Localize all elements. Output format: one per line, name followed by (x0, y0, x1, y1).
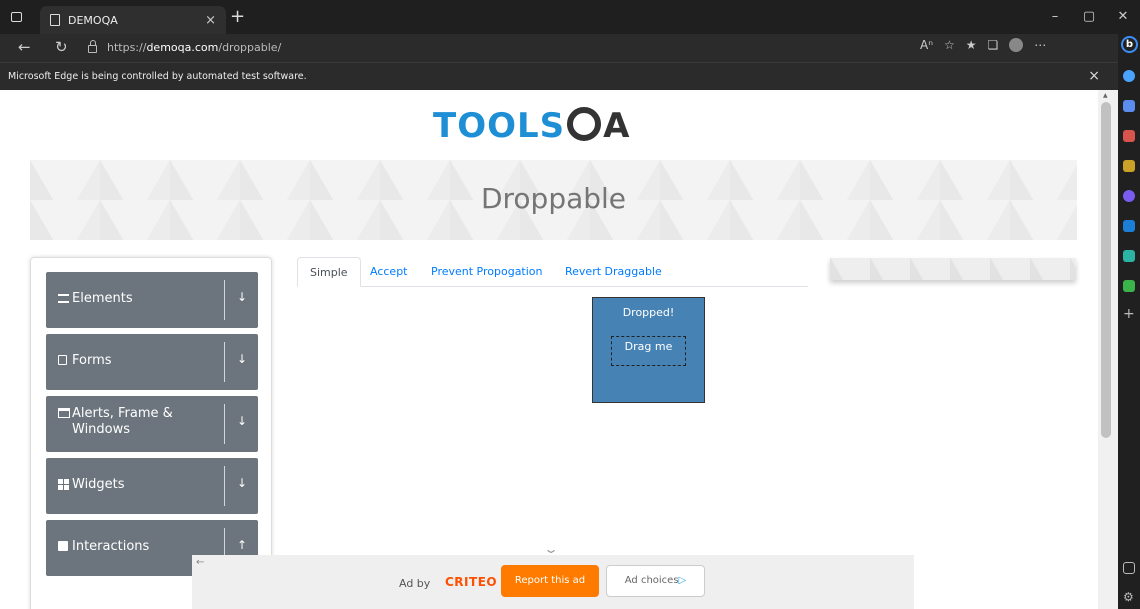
arrow-down-icon: ↓ (237, 414, 248, 428)
edge-sidebar: + ⚙ (1118, 34, 1140, 609)
back-icon[interactable]: ← (18, 38, 31, 56)
report-ad-button[interactable]: Report this ad (501, 565, 599, 597)
tree-icon[interactable] (1123, 280, 1135, 292)
page-icon (50, 14, 60, 26)
restore-icon[interactable]: ▢ (1072, 0, 1106, 34)
form-icon (58, 355, 67, 365)
criteo-logo: CRITEO (445, 575, 498, 589)
interactions-icon (58, 541, 68, 551)
web-page: TOOLS A Droppable Elements ↓ Forms ↓ Aler… (0, 90, 1098, 609)
copilot-icon[interactable]: b (1121, 36, 1138, 53)
tab-actions-icon[interactable] (6, 8, 28, 28)
logo-text-tools: TOOLS (433, 106, 566, 146)
url-host: demoqa.com (146, 40, 219, 54)
group-label: Interactions (72, 539, 150, 554)
draggable-box[interactable]: Drag me (611, 336, 686, 366)
group-label: Elements (72, 291, 133, 306)
minimize-icon[interactable]: – (1038, 0, 1072, 34)
collections-icon[interactable]: ❏ (988, 38, 999, 52)
group-alerts-frame-windows[interactable]: Alerts, Frame & Windows ↓ (46, 396, 258, 452)
group-elements[interactable]: Elements ↓ (46, 272, 258, 328)
arrow-down-icon: ↓ (237, 476, 248, 490)
address-bar: ← ↻ https://demoqa.com/droppable/ Aⁿ ☆ ★… (0, 34, 1118, 62)
office-icon[interactable] (1123, 190, 1135, 202)
refresh-icon[interactable]: ↻ (55, 38, 68, 56)
new-tab-icon[interactable]: + (230, 6, 245, 28)
favorites-icon[interactable]: ★ (966, 38, 977, 52)
read-aloud-icon[interactable]: Aⁿ (920, 38, 933, 52)
gear-icon (567, 107, 602, 141)
url-prefix: https:// (107, 40, 147, 54)
drop-target-text: Dropped! (622, 306, 675, 319)
group-divider (224, 404, 225, 444)
more-icon[interactable]: ⋯ (1034, 38, 1046, 52)
tab-accept[interactable]: Accept (358, 257, 420, 287)
tab-title: DEMOQA (68, 13, 118, 27)
ad-choices-button[interactable]: Ad choices▷ (606, 565, 705, 597)
tab-close-icon[interactable]: × (205, 13, 216, 28)
chevron-down-icon: ⌄ (542, 542, 560, 556)
arrow-down-icon: ↓ (237, 352, 248, 366)
tab-simple[interactable]: Simple (297, 257, 361, 287)
outlook-icon[interactable] (1123, 220, 1135, 232)
group-divider (224, 466, 225, 506)
widgets-icon (58, 479, 69, 490)
tools-icon[interactable] (1123, 130, 1135, 142)
tab-prevent-propogation[interactable]: Prevent Propogation (419, 257, 555, 287)
settings-gear-icon[interactable]: ⚙ (1123, 590, 1135, 604)
infobar-close-icon[interactable]: × (1088, 63, 1100, 90)
ad-choices-icon: ▷ (678, 575, 687, 586)
logo-text-a: A (603, 106, 631, 146)
group-label: Widgets (72, 477, 125, 492)
menu-icon (58, 294, 69, 303)
sidebar-toggle-icon[interactable] (1123, 562, 1135, 574)
arrow-left-icon[interactable]: ← (196, 557, 204, 568)
search-icon[interactable] (1123, 70, 1135, 82)
scroll-up-icon[interactable]: ▲ (1103, 92, 1108, 99)
telegram-icon[interactable] (1123, 250, 1135, 262)
shopping-icon[interactable] (1123, 100, 1135, 112)
window-icon (58, 408, 70, 418)
add-icon[interactable]: + (1123, 306, 1135, 322)
ad-by-label: Ad by (399, 577, 431, 590)
group-divider (224, 280, 225, 320)
url-path: /droppable/ (218, 40, 282, 54)
lock-icon (88, 40, 97, 53)
scrollbar-thumb[interactable] (1101, 102, 1111, 438)
droppable-tabs: Simple Accept Prevent Propogation Revert… (297, 257, 808, 287)
infobar-text: Microsoft Edge is being controlled by au… (8, 71, 307, 82)
page-title: Droppable (480, 182, 627, 215)
ad-choices-label: Ad choices (624, 575, 679, 586)
favorite-icon[interactable]: ☆ (944, 38, 955, 52)
browser-tab[interactable]: DEMOQA × (40, 6, 226, 34)
window-close-icon[interactable]: ✕ (1106, 0, 1140, 34)
toolsqa-logo[interactable]: TOOLS A (433, 106, 673, 152)
group-divider (224, 342, 225, 382)
browser-titlebar: DEMOQA × + – ▢ ✕ (0, 0, 1140, 34)
side-ad-banner[interactable] (830, 258, 1076, 280)
group-label: Forms (72, 353, 112, 368)
games-icon[interactable] (1123, 160, 1135, 172)
criteo-ad-bar: ← Ad by CRITEO Report this ad Ad choices… (192, 555, 914, 609)
page-banner: Droppable (30, 160, 1077, 240)
window-controls: – ▢ ✕ (1038, 0, 1140, 34)
group-forms[interactable]: Forms ↓ (46, 334, 258, 390)
url-field[interactable]: https://demoqa.com/droppable/ (88, 36, 908, 58)
arrow-up-icon: ↑ (237, 538, 248, 552)
profile-avatar[interactable] (1009, 38, 1024, 52)
arrow-down-icon: ↓ (237, 290, 248, 304)
toolbar-icons: Aⁿ ☆ ★ ❏ ⋯ (920, 38, 1046, 52)
automation-infobar: Microsoft Edge is being controlled by au… (0, 62, 1118, 90)
tab-revert-draggable[interactable]: Revert Draggable (553, 257, 674, 287)
page-scrollbar[interactable]: ▲ (1098, 90, 1118, 609)
group-label: Alerts, Frame & Windows (72, 406, 173, 437)
group-widgets[interactable]: Widgets ↓ (46, 458, 258, 514)
